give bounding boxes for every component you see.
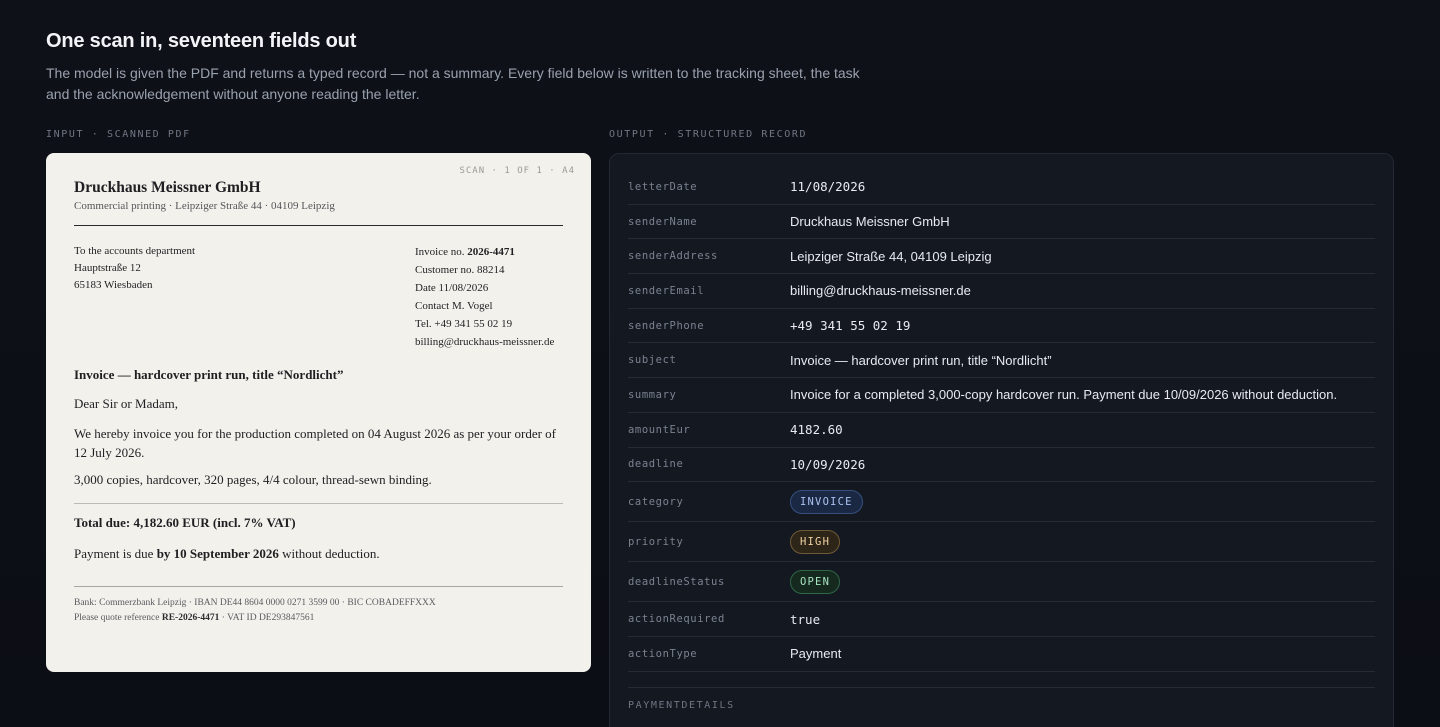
letter-date: Date 11/08/2026 xyxy=(415,282,489,294)
field-key: letterDate xyxy=(628,180,698,193)
field-row-category: category INVOICE xyxy=(628,482,1375,523)
contact-phone: Tel. +49 341 55 02 19 xyxy=(415,318,513,330)
contact-person: Contact M. Vogel xyxy=(415,300,493,312)
recipient-line: Hauptstraße 12 xyxy=(74,262,141,274)
field-key: deadline xyxy=(628,458,684,471)
input-section-label: INPUT · SCANNED PDF xyxy=(46,129,191,140)
field-row-senderEmail: senderEmail billing@druckhaus-meissner.d… xyxy=(628,274,1375,309)
letter-recipient: To the accounts department Hauptstraße 1… xyxy=(74,243,195,294)
field-key: actionRequired xyxy=(628,613,725,626)
letter-divider xyxy=(74,225,563,226)
field-value: Druckhaus Meissner GmbH xyxy=(790,214,950,230)
field-value: billing@druckhaus-meissner.de xyxy=(790,283,971,299)
payment-text: without deduction. xyxy=(278,546,380,561)
field-row-actionRequired: actionRequired true xyxy=(628,602,1375,637)
field-row-senderAddress: senderAddress Leipziger Straße 44, 04109… xyxy=(628,239,1375,275)
field-row-senderName: senderName Druckhaus Meissner GmbH xyxy=(628,205,1375,240)
bank-details: Bank: Commerzbank Leipzig · IBAN DE44 86… xyxy=(74,598,436,608)
field-key: senderAddress xyxy=(628,250,718,263)
field-key: deadlineStatus xyxy=(628,575,725,588)
field-value: Leipziger Straße 44, 04109 Leipzig xyxy=(790,248,992,264)
reference-line: Please quote reference RE-2026-4471 · VA… xyxy=(74,611,436,626)
field-key: actionType xyxy=(628,647,698,660)
letter-body: We hereby invoice you for the production… xyxy=(74,426,556,460)
field-key: senderName xyxy=(628,215,698,228)
output-section-label: OUTPUT · STRUCTURED RECORD xyxy=(609,129,808,140)
field-value: +49 341 55 02 19 xyxy=(790,318,911,334)
field-key: category xyxy=(628,495,684,508)
payment-details-section-label: PAYMENTDETAILS xyxy=(628,686,1375,711)
payment-due-date: by 10 September 2026 xyxy=(156,546,279,561)
field-value: 10/09/2026 xyxy=(790,456,866,472)
letter-meta: Invoice no. 2026-4471 Customer no. 88214… xyxy=(415,243,554,351)
reference-text: · VAT ID DE293847561 xyxy=(219,613,315,623)
field-key: priority xyxy=(628,535,684,548)
field-row-amountEur: amountEur 4182.60 xyxy=(628,413,1375,448)
invoice-number-line: Invoice no. 2026-4471 xyxy=(415,243,554,261)
field-key: senderEmail xyxy=(628,284,705,297)
contact-email: billing@druckhaus-meissner.de xyxy=(415,336,555,348)
reference-number: RE-2026-4471 xyxy=(161,613,220,623)
letter-payment-terms: Payment is due by 10 September 2026 with… xyxy=(74,546,380,562)
field-key: summary xyxy=(628,388,677,401)
letter-tagline: Commercial printing · Leipziger Straße 4… xyxy=(74,200,335,212)
field-value: true xyxy=(790,611,821,627)
customer-number: Customer no. 88214 xyxy=(415,264,505,276)
letter-divider xyxy=(74,586,563,587)
field-row-priority: priority HIGH xyxy=(628,522,1375,563)
scan-tag: SCAN · 1 OF 1 · A4 xyxy=(459,166,575,176)
category-badge: INVOICE xyxy=(790,489,863,514)
field-value: Invoice for a completed 3,000-copy hardc… xyxy=(790,387,1338,403)
field-row-letterDate: letterDate 11/08/2026 xyxy=(628,170,1375,205)
field-value: Invoice — hardcover print run, title “No… xyxy=(790,352,1052,368)
recipient-line: 65183 Wiesbaden xyxy=(74,279,153,291)
structured-record-panel: letterDate 11/08/2026 senderName Druckha… xyxy=(609,153,1394,727)
field-row-deadline: deadline 10/09/2026 xyxy=(628,448,1375,483)
field-value: 4182.60 xyxy=(790,422,843,438)
page-title: One scan in, seventeen fields out xyxy=(46,30,357,52)
field-key: senderPhone xyxy=(628,319,705,332)
reference-text: Please quote reference xyxy=(74,613,162,623)
field-value: 11/08/2026 xyxy=(790,179,866,195)
field-row-deadlineStatus: deadlineStatus OPEN xyxy=(628,562,1375,603)
invoice-number: 2026-4471 xyxy=(467,246,515,258)
priority-badge: HIGH xyxy=(790,529,841,554)
field-key: amountEur xyxy=(628,423,691,436)
field-key: subject xyxy=(628,354,677,367)
letter-body-items: 3,000 copies, hardcover, 320 pages, 4/4 … xyxy=(74,472,432,487)
letter-company-name: Druckhaus Meissner GmbH xyxy=(74,179,261,196)
invoice-number-label: Invoice no. xyxy=(415,246,465,258)
field-row-subject: subject Invoice — hardcover print run, t… xyxy=(628,343,1375,379)
field-row-actionType: actionType Payment xyxy=(628,637,1375,672)
letter-divider xyxy=(74,503,563,504)
field-row-senderPhone: senderPhone +49 341 55 02 19 xyxy=(628,309,1375,344)
letter-footer: Bank: Commerzbank Leipzig · IBAN DE44 86… xyxy=(74,596,436,626)
scanned-pdf: SCAN · 1 OF 1 · A4 Druckhaus Meissner Gm… xyxy=(46,153,591,672)
letter-salutation: Dear Sir or Madam, xyxy=(74,396,178,411)
letter-subject: Invoice — hardcover print run, title “No… xyxy=(74,367,344,382)
field-row-summary: summary Invoice for a completed 3,000-co… xyxy=(628,378,1375,413)
field-value: Payment xyxy=(790,646,842,662)
recipient-line: To the accounts department xyxy=(74,245,196,257)
intro-text: The model is given the PDF and returns a… xyxy=(46,65,860,102)
letter-total: Total due: 4,182.60 EUR (incl. 7% VAT) xyxy=(74,515,296,530)
deadline-status-badge: OPEN xyxy=(790,569,841,594)
payment-text: Payment is due xyxy=(74,546,157,561)
